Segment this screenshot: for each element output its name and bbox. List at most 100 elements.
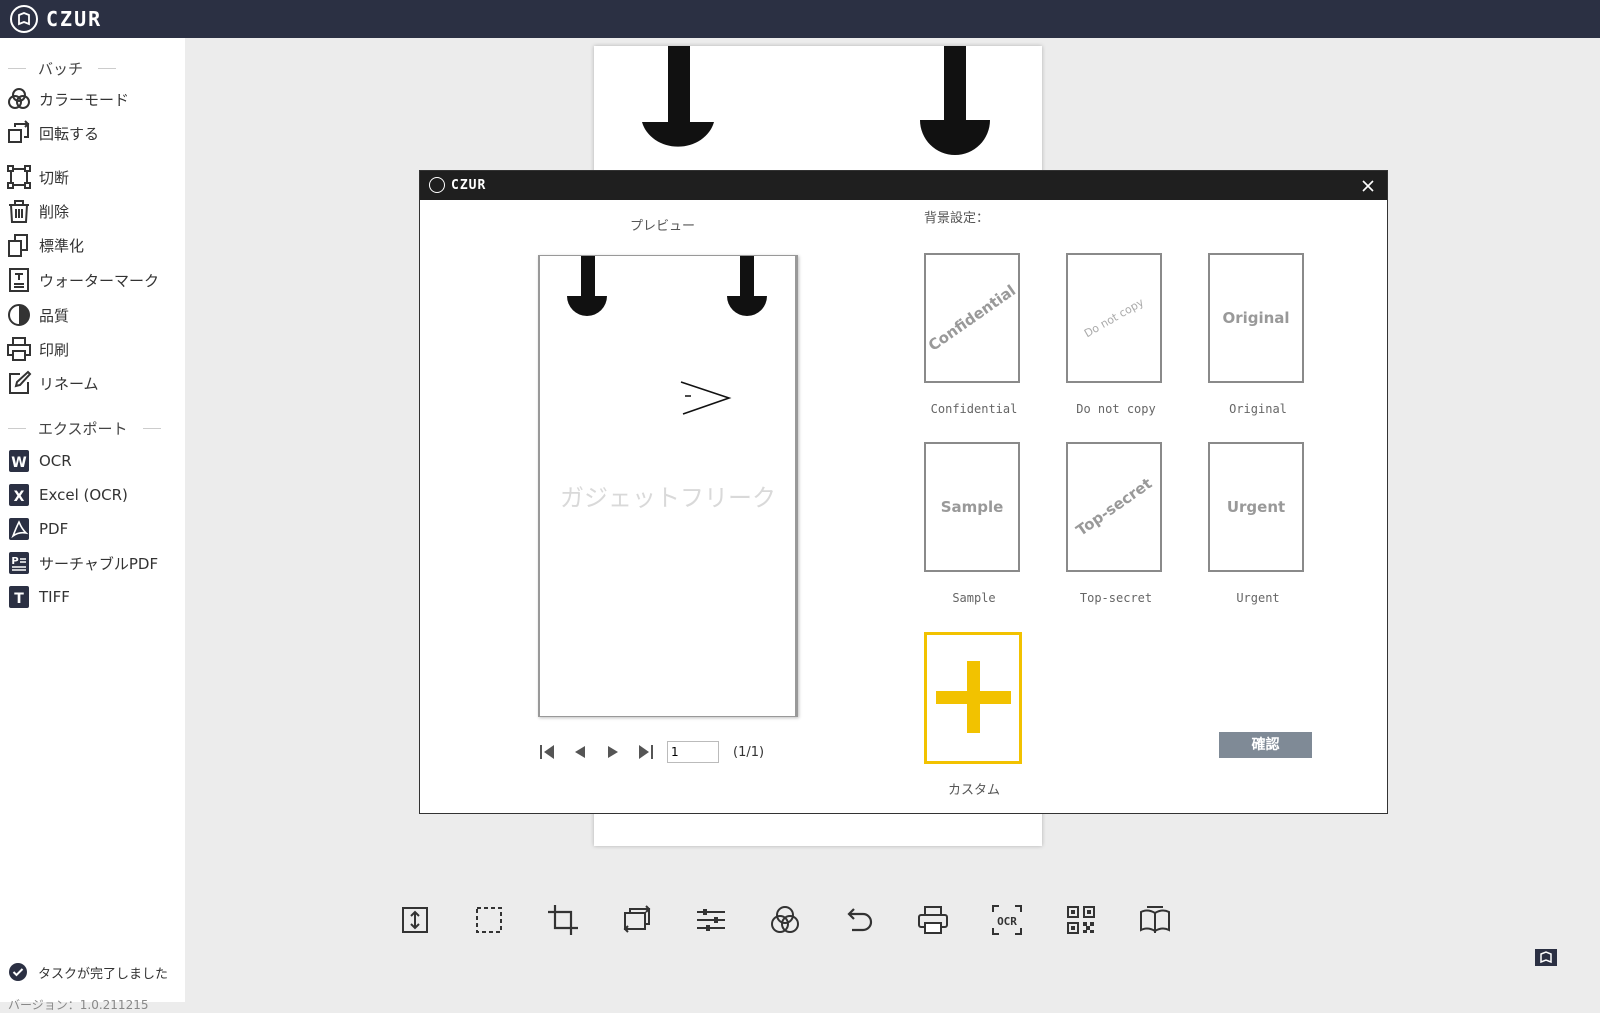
svg-text:P: P <box>11 556 18 567</box>
export-tiff[interactable]: T TIFF <box>6 584 70 610</box>
dialog-logo-text: CZUR <box>451 177 487 193</box>
print-icon <box>7 337 31 361</box>
last-page-icon[interactable] <box>637 743 655 761</box>
watermark-caption: Top-secret <box>1079 591 1153 605</box>
svg-text:X: X <box>14 489 25 505</box>
export-ocr[interactable]: W OCR <box>6 448 72 474</box>
watermark-option-original[interactable]: Original <box>1208 253 1304 383</box>
feedback-icon[interactable] <box>1533 946 1559 968</box>
rotate-button[interactable] <box>617 900 657 940</box>
preview-watermark-text: ガジェットフリーク <box>560 484 776 512</box>
sidebar-item-label: サーチャブルPDF <box>39 554 159 573</box>
sidebar-item-crop[interactable]: 切断 <box>6 164 69 190</box>
next-page-icon[interactable] <box>604 743 622 761</box>
first-page-icon[interactable] <box>538 743 556 761</box>
sidebar-item-label: カラーモード <box>39 90 130 109</box>
page-number-input[interactable] <box>667 741 719 763</box>
print-icon <box>918 906 948 934</box>
undo-button[interactable] <box>839 900 879 940</box>
sidebar-item-label: OCR <box>39 452 72 470</box>
sidebar-item-watermark[interactable]: ウォーターマーク <box>6 267 159 293</box>
delete-icon <box>9 200 29 223</box>
sidebar-item-delete[interactable]: 削除 <box>6 198 69 224</box>
crop-button[interactable] <box>543 900 583 940</box>
close-icon[interactable] <box>1359 177 1377 195</box>
searchable-pdf-icon: P <box>9 552 29 574</box>
custom-caption: カスタム <box>947 783 1000 798</box>
sidebar-item-label: 切断 <box>39 168 70 187</box>
crop-icon <box>7 165 31 189</box>
watermark-option-confidential[interactable]: Confidential <box>924 253 1020 383</box>
batch-header-label: バッチ <box>38 60 84 78</box>
print-button[interactable] <box>913 900 953 940</box>
watermark-caption: Urgent <box>1236 591 1280 605</box>
watermark-option-sample[interactable]: Sample <box>924 442 1020 572</box>
watermark-option-top-secret[interactable]: Top-secret <box>1066 442 1162 572</box>
svg-text:OCR: OCR <box>997 915 1017 928</box>
fit-height-icon <box>402 907 428 933</box>
select-area-button[interactable] <box>469 900 509 940</box>
sidebar-item-label: 削除 <box>39 202 70 221</box>
watermark-card-text: Confidential <box>924 281 1020 355</box>
quality-icon <box>8 304 30 326</box>
task-status: タスクが完了しました <box>8 962 168 982</box>
svg-text:T: T <box>14 591 24 607</box>
color-mode-button[interactable] <box>765 900 805 940</box>
undo-icon <box>847 908 873 932</box>
sidebar: バッチ カラーモード 回転する 切断 削除 標準化 ウォーターマーク 品質 印刷… <box>0 38 185 1012</box>
sidebar-item-label: TIFF <box>39 588 70 606</box>
export-excel[interactable]: X Excel (OCR) <box>6 482 128 508</box>
watermark-caption: Original <box>1229 402 1287 416</box>
watermark-card-text: Urgent <box>1226 498 1286 516</box>
preview-pager: (1/1) <box>538 741 764 763</box>
version-label: バージョン：1.0.211215 <box>8 998 149 1012</box>
sidebar-item-quality[interactable]: 品質 <box>6 302 69 328</box>
color-icon <box>771 906 799 933</box>
fit-height-button[interactable] <box>395 900 435 940</box>
sidebar-item-color-mode[interactable]: カラーモード <box>6 86 129 112</box>
book-mode-button[interactable] <box>1135 900 1175 940</box>
status-text: タスクが完了しました <box>38 966 169 982</box>
watermark-option-urgent[interactable]: Urgent <box>1208 442 1304 572</box>
export-searchable-pdf[interactable]: P サーチャブルPDF <box>6 550 158 576</box>
logo-icon <box>10 5 38 33</box>
export-section-header: エクスポート <box>0 418 185 438</box>
qr-code-icon <box>1067 906 1095 934</box>
sidebar-item-print[interactable]: 印刷 <box>6 336 69 362</box>
logo-text: CZUR <box>46 7 103 31</box>
watermark-option-do-not-copy[interactable]: Do not copy <box>1066 253 1162 383</box>
dialog-logo-icon <box>429 177 445 193</box>
svg-text:W: W <box>11 455 26 471</box>
custom-watermark-button[interactable] <box>924 632 1022 764</box>
sidebar-item-label: PDF <box>39 520 69 538</box>
watermark-caption: Sample <box>952 591 996 605</box>
plus-icon <box>936 661 1011 733</box>
prev-page-icon[interactable] <box>571 743 589 761</box>
sidebar-item-rotate[interactable]: 回転する <box>6 120 99 146</box>
watermark-dialog: CZUR プレビュー ガジェットフリーク (1/1) 背景設定： Confide… <box>419 170 1388 814</box>
dialog-logo: CZUR <box>429 177 486 193</box>
pdf-icon <box>9 518 29 540</box>
sidebar-item-normalize[interactable]: 標準化 <box>6 232 84 258</box>
rename-icon <box>9 370 32 394</box>
adjust-icon <box>697 909 725 931</box>
book-icon <box>1140 906 1170 933</box>
watermark-card-text: Sample <box>940 498 1004 516</box>
sidebar-item-label: Excel (OCR) <box>39 486 128 504</box>
export-pdf[interactable]: PDF <box>6 516 68 542</box>
qr-code-button[interactable] <box>1061 900 1101 940</box>
watermark-caption: Confidential <box>930 402 1018 416</box>
ocr-icon: OCR <box>992 905 1022 935</box>
sidebar-item-rename[interactable]: リネーム <box>6 370 99 396</box>
check-circle-icon <box>9 963 27 981</box>
confirm-button[interactable]: 確認 <box>1219 732 1312 758</box>
background-setting-label: 背景設定： <box>924 211 990 226</box>
word-icon: W <box>9 450 29 472</box>
preview-image: ガジェットフリーク <box>538 255 798 717</box>
normalize-icon <box>8 234 28 257</box>
rotate-icon <box>623 905 651 933</box>
ocr-button[interactable]: OCR <box>987 900 1027 940</box>
watermark-caption: Do not copy <box>1076 402 1156 416</box>
adjust-button[interactable] <box>691 900 731 940</box>
dialog-title-bar: CZUR <box>420 171 1387 200</box>
